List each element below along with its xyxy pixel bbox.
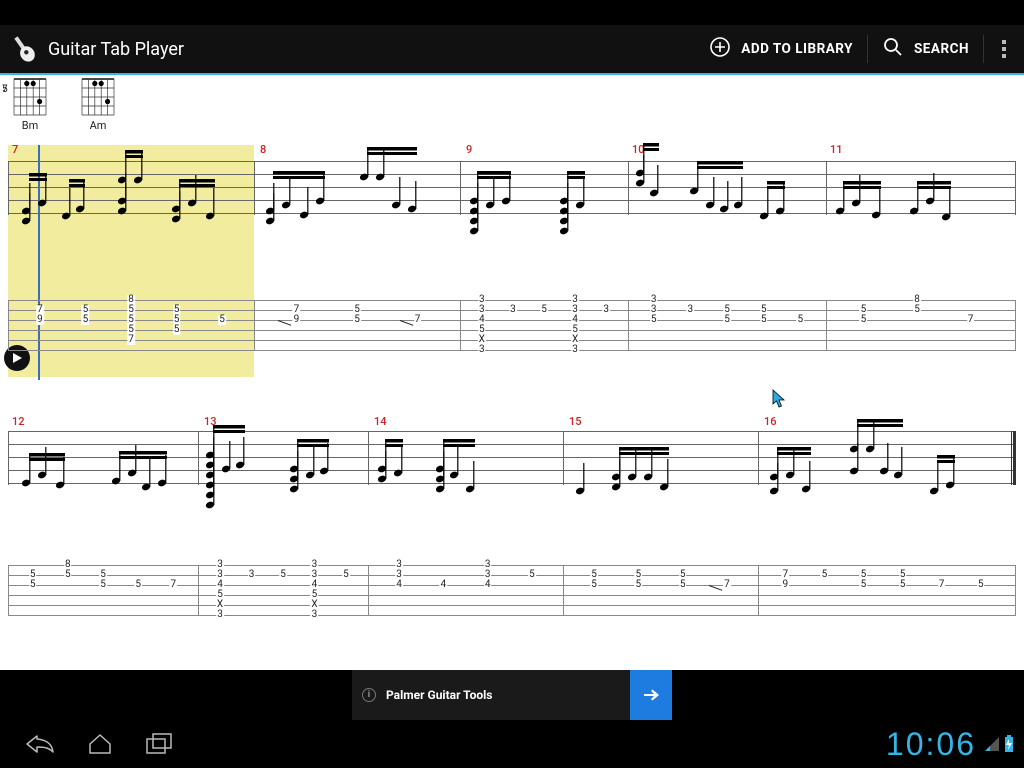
add-to-library-label: ADD TO LIBRARY — [741, 41, 853, 57]
back-button[interactable] — [10, 720, 70, 768]
cursor-icon — [772, 389, 788, 413]
app-title: Guitar Tab Player — [48, 39, 184, 60]
measure-number: 12 — [12, 415, 25, 428]
chord-diagram: 5 x x x x Am — [78, 77, 118, 132]
tab-fret-number: 5 — [860, 580, 868, 590]
chord-grid — [80, 77, 116, 117]
tab-fret-number: 5 — [899, 580, 907, 590]
tab-fret-number: 5 — [650, 315, 658, 325]
tab-fret-number: 9 — [782, 580, 790, 590]
tab-fret-number: 5 — [82, 315, 90, 325]
chord-fret-position: 5 — [2, 84, 8, 95]
info-icon: i — [362, 688, 376, 702]
recents-button[interactable] — [130, 720, 190, 768]
note-cluster — [930, 441, 1024, 531]
tab-fret-number: 5 — [218, 315, 226, 325]
tab-fret-number: 7 — [938, 580, 946, 590]
system-status-bar — [0, 0, 1024, 25]
tab-fret-number: 5 — [528, 570, 536, 580]
add-to-library-button[interactable]: ADD TO LIBRARY — [695, 25, 867, 73]
tab-fret-number: 7 — [127, 335, 135, 345]
measure-number: 14 — [374, 415, 387, 428]
chord-diagram: 7 x x x x Bm — [10, 77, 50, 132]
chord-muted-strings: x x x x — [10, 73, 118, 76]
measure-number: 9 — [466, 143, 472, 156]
battery-charging-icon — [1004, 735, 1014, 753]
search-icon — [882, 36, 904, 62]
tab-fret-number: 7 — [967, 315, 975, 325]
measure-number: 10 — [632, 143, 645, 156]
tab-fret-number: 4 — [440, 580, 448, 590]
tab-fret-number: 5 — [134, 580, 142, 590]
tab-fret-number: 7 — [170, 580, 178, 590]
tab-fret-number: 5 — [64, 570, 72, 580]
tab-fret-number: 5 — [29, 580, 37, 590]
search-button[interactable]: SEARCH — [868, 25, 983, 73]
system-nav-bar: 10:06 — [0, 720, 1024, 768]
chord-diagrams: 7 x x x x Bm 5 x x x x Am — [10, 77, 118, 132]
ad-go-button[interactable] — [630, 670, 672, 720]
app-icon — [0, 25, 48, 73]
tab-fret-number: 5 — [279, 570, 287, 580]
search-label: SEARCH — [914, 41, 969, 57]
tab-fret-number: 3 — [311, 610, 319, 620]
tab-fret-number: 4 — [395, 580, 403, 590]
tab-fret-number: 5 — [590, 580, 598, 590]
tab-fret-number: 5 — [353, 315, 361, 325]
chord-grid — [12, 77, 48, 117]
chord-name: Bm — [22, 119, 39, 132]
chord-name: Am — [90, 119, 107, 132]
sheet-content[interactable]: 7 x x x x Bm 5 x x x x Am — [0, 73, 1024, 670]
tab-fret-number: 5 — [860, 315, 868, 325]
tab-fret-number: 3 — [509, 305, 517, 315]
note-cluster — [910, 171, 1024, 261]
tab-fret-number: 3 — [248, 570, 256, 580]
measure-number: 15 — [569, 415, 582, 428]
plus-circle-icon — [709, 36, 731, 62]
measure-number: 11 — [830, 143, 843, 156]
tab-staff-row2: 558555573345X3353345X3533443345555555779… — [8, 565, 1016, 615]
tab-fret-number: 5 — [821, 570, 829, 580]
tab-fret-number: 5 — [540, 305, 548, 315]
ad-text: Palmer Guitar Tools — [386, 688, 630, 702]
home-button[interactable] — [70, 720, 130, 768]
tab-fret-number: 7 — [723, 580, 731, 590]
measure-number: 7 — [12, 143, 18, 156]
measure-number: 8 — [260, 143, 266, 156]
tab-fret-number: 5 — [99, 580, 107, 590]
tab-fret-number: 5 — [635, 580, 643, 590]
status-icons — [984, 735, 1014, 753]
tab-fret-number: 3 — [602, 305, 610, 315]
tab-fret-number: 5 — [797, 315, 805, 325]
tab-fret-number: 9 — [293, 315, 301, 325]
tab-fret-number: 5 — [977, 580, 985, 590]
app-bar: Guitar Tab Player ADD TO LIBRARY SEARCH — [0, 25, 1024, 73]
tab-fret-number: 5 — [679, 580, 687, 590]
tab-fret-number: 7 — [414, 315, 422, 325]
tab-fret-number: 3 — [216, 610, 224, 620]
tab-staff-row1: 7955855575555795573345X3353345X333353555… — [8, 300, 1016, 350]
tab-fret-number: 5 — [342, 570, 350, 580]
clock: 10:06 — [886, 726, 976, 763]
tab-fret-number: 5 — [913, 305, 921, 315]
tab-fret-number: 3 — [687, 305, 695, 315]
overflow-menu-button[interactable] — [984, 40, 1024, 58]
tab-fret-number: 3 — [571, 345, 579, 355]
tab-fret-number: 9 — [36, 315, 44, 325]
ad-banner[interactable]: i Palmer Guitar Tools — [0, 670, 1024, 720]
tab-fret-number: 4 — [484, 580, 492, 590]
tab-fret-number: 5 — [760, 315, 768, 325]
tab-fret-number: 5 — [723, 315, 731, 325]
signal-icon — [984, 736, 1000, 752]
measure-number: 16 — [764, 415, 777, 428]
tab-fret-number: 3 — [478, 345, 486, 355]
tab-fret-number: 5 — [173, 325, 181, 335]
